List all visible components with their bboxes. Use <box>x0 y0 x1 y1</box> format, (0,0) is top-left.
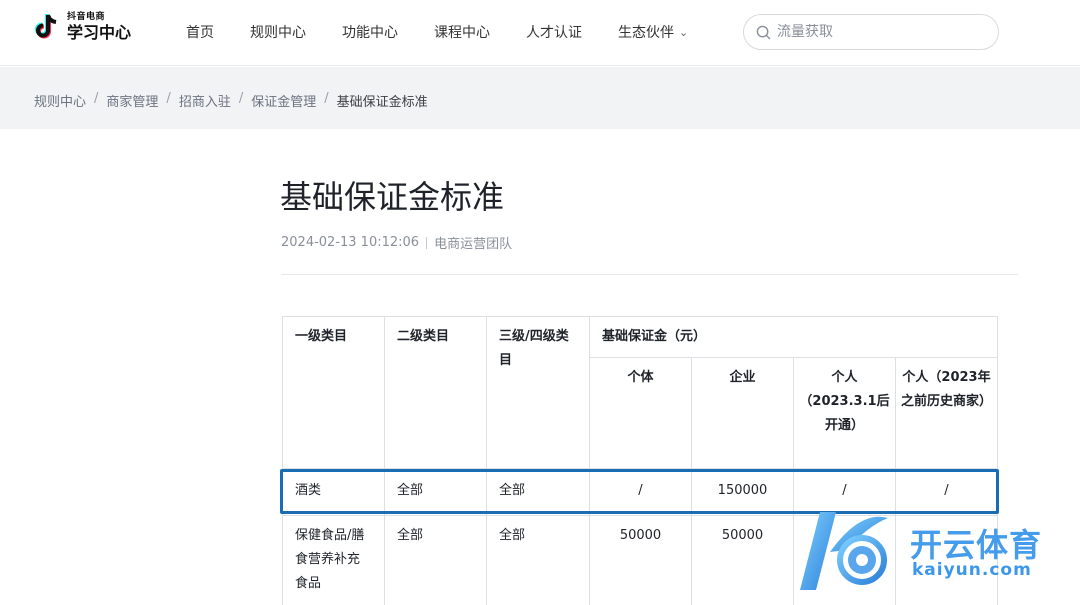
cell-individual: 50000 <box>589 515 692 605</box>
logo-name: 学习中心 <box>67 23 132 42</box>
cell-enterprise: 50000 <box>691 515 794 605</box>
breadcrumb-separator: / <box>166 91 171 106</box>
header-personal-legacy: 个人（2023年之前历史商家） <box>895 357 998 469</box>
cell-level3: 全部 <box>486 515 590 605</box>
title-divider <box>281 274 1018 275</box>
breadcrumb-separator: / <box>324 91 329 106</box>
nav-item-home[interactable]: 首页 <box>186 22 214 42</box>
nav-label: 人才认证 <box>526 25 582 41</box>
header-level2: 二级类目 <box>384 316 487 469</box>
chevron-down-icon: ⌄ <box>679 25 689 39</box>
breadcrumb-current: 基础保证金标准 <box>336 95 428 110</box>
header-level3: 三级/四级类目 <box>486 316 590 469</box>
breadcrumb-separator: / <box>94 91 99 106</box>
cell-level3: 全部 <box>486 468 590 516</box>
breadcrumb-item-merchant[interactable]: 商家管理 <box>106 91 158 110</box>
search-icon <box>756 25 771 39</box>
header-level1: 一级类目 <box>282 316 385 469</box>
nav-label: 生态伙伴 <box>618 25 674 41</box>
nav-item-certification[interactable]: 人才认证 <box>526 22 582 42</box>
nav-label: 首页 <box>186 25 214 41</box>
top-header: 抖音电商 学习中心 首页 规则中心 功能中心 课程中心 人才认证 生态伙伴 ⌄ <box>0 0 1080 66</box>
breadcrumb-item-rules[interactable]: 规则中心 <box>34 91 86 110</box>
header-personal-new: 个人（2023.3.1后开通） <box>793 357 896 469</box>
table-header-row: 一级类目 二级类目 三级/四级类目 基础保证金（元） <box>282 316 998 469</box>
cell-level2: 全部 <box>384 468 487 516</box>
page-title: 基础保证金标准 <box>280 178 505 216</box>
nav-item-rules[interactable]: 规则中心 <box>250 22 306 42</box>
breadcrumb: 规则中心 / 商家管理 / 招商入驻 / 保证金管理 / 基础保证金标准 <box>34 91 428 110</box>
header-deposit-group: 基础保证金（元） <box>589 316 998 358</box>
breadcrumb-band: 规则中心 / 商家管理 / 招商入驻 / 保证金管理 / 基础保证金标准 <box>0 67 1080 129</box>
nav-label: 功能中心 <box>342 25 398 41</box>
nav-item-partners[interactable]: 生态伙伴 ⌄ <box>618 22 688 42</box>
logo-brand: 抖音电商 <box>67 12 106 22</box>
main-nav: 首页 规则中心 功能中心 课程中心 人才认证 生态伙伴 ⌄ <box>186 22 724 42</box>
search-input[interactable] <box>777 24 977 40</box>
watermark-domain: kaiyun.com <box>912 560 1032 580</box>
header-individual: 个体 <box>589 357 692 469</box>
cell-enterprise: 150000 <box>691 468 794 516</box>
nav-item-courses[interactable]: 课程中心 <box>434 22 490 42</box>
breadcrumb-item-deposit[interactable]: 保证金管理 <box>251 91 316 110</box>
search-box[interactable] <box>743 14 999 50</box>
cell-level2: 全部 <box>384 515 487 605</box>
douyin-logo-icon <box>33 12 61 42</box>
nav-label: 课程中心 <box>434 25 490 41</box>
meta-divider <box>426 236 428 249</box>
breadcrumb-separator: / <box>238 91 244 106</box>
logo[interactable]: 抖音电商 学习中心 <box>33 12 131 42</box>
nav-label: 规则中心 <box>250 25 306 41</box>
watermark: 开云体育 kaiyun.com <box>790 504 1080 604</box>
cell-individual: / <box>589 468 692 516</box>
header-enterprise: 企业 <box>691 357 794 469</box>
breadcrumb-item-onboarding[interactable]: 招商入驻 <box>179 91 231 110</box>
article-meta: 2024-02-13 10:12:06 电商运营团队 <box>281 233 512 252</box>
cell-level1: 保健食品/膳食营养补充食品 <box>282 515 385 605</box>
nav-item-features[interactable]: 功能中心 <box>342 22 398 42</box>
cell-level1: 酒类 <box>282 468 385 516</box>
publish-date: 2024-02-13 10:12:06 <box>281 235 420 250</box>
author: 电商运营团队 <box>434 237 513 252</box>
watermark-logo-icon <box>800 512 888 590</box>
